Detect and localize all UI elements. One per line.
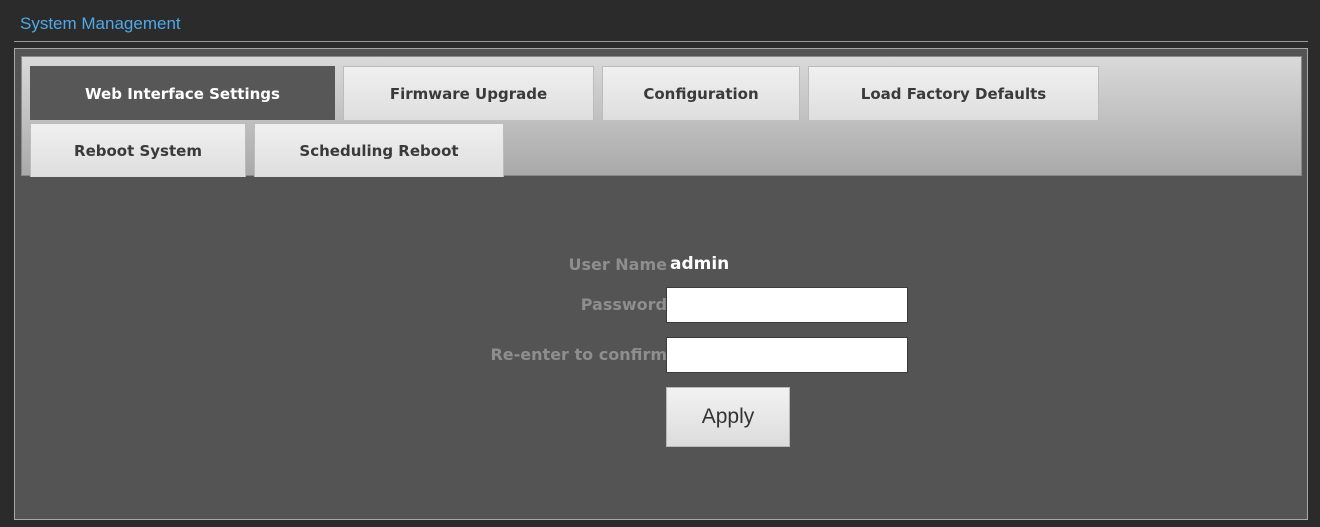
confirm-password-label: Re-enter to confirm [490,345,667,364]
section-title: System Management [20,14,181,33]
settings-panel: Web Interface Settings Firmware Upgrade … [14,48,1308,520]
confirm-password-field[interactable] [666,337,908,373]
user-name-value: admin [670,254,730,274]
user-name-label: User Name [568,255,667,274]
web-interface-form: User Name admin Password Re-enter to con… [15,49,1307,519]
apply-button[interactable]: Apply [666,387,790,447]
system-management-page: System Management Web Interface Settings… [0,0,1320,527]
password-field[interactable] [666,287,908,323]
password-label: Password [580,295,667,314]
title-divider [14,41,1308,42]
